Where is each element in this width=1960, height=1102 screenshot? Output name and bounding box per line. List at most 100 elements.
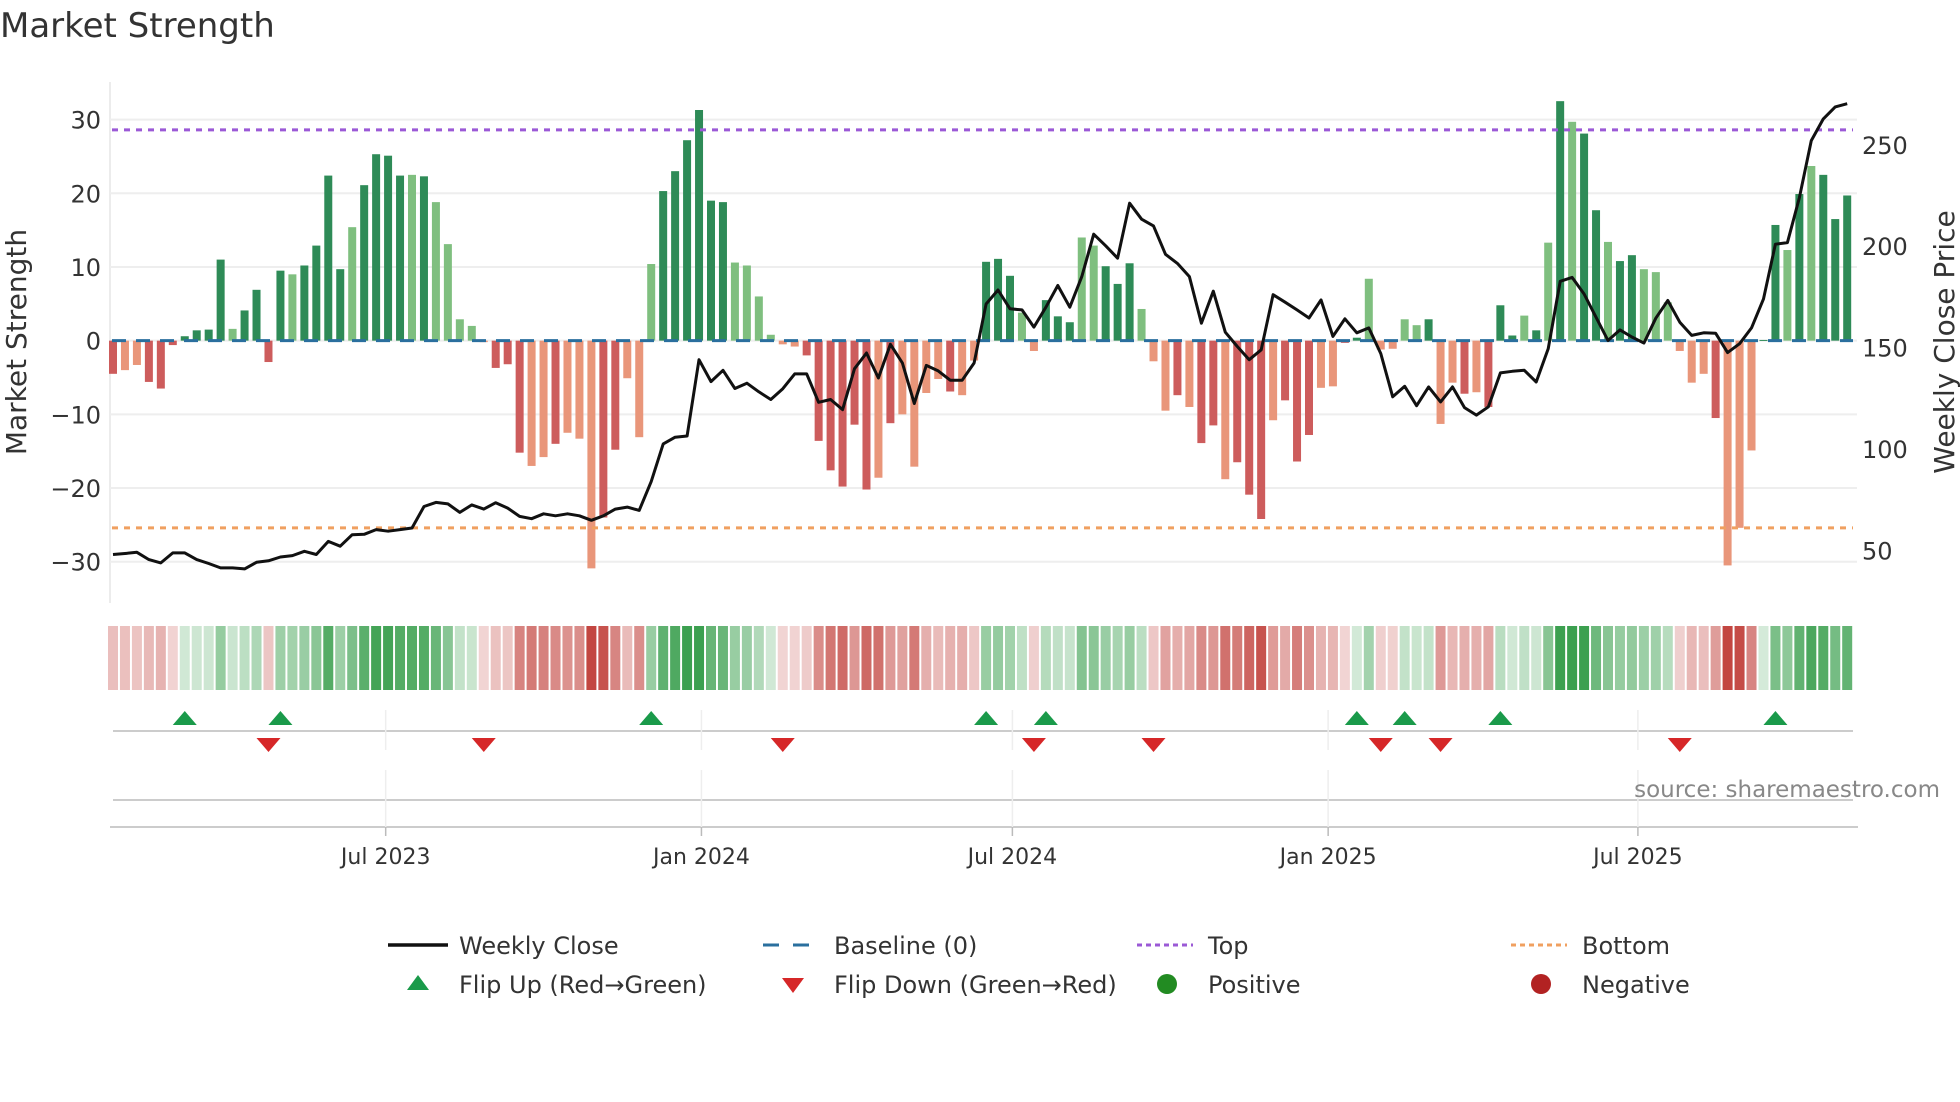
heat-cell-negative <box>598 626 609 690</box>
heat-cell-positive <box>1351 626 1362 690</box>
negative-bar <box>491 340 500 368</box>
heat-cell-positive <box>1100 626 1111 690</box>
heat-cell-positive <box>323 626 334 690</box>
positive-bar <box>1783 250 1792 341</box>
heat-cell-negative <box>1387 626 1398 690</box>
positive-bar <box>1819 174 1828 341</box>
heat-cell-positive <box>359 626 370 690</box>
y-tick-label: −20 <box>50 475 101 503</box>
negative-bar <box>120 340 129 371</box>
positive-bar <box>1053 316 1062 341</box>
positive-bar <box>348 227 357 341</box>
flip-down-marker <box>1021 738 1046 752</box>
negative-bar <box>1293 340 1302 462</box>
heat-cell-positive <box>670 626 681 690</box>
positive-bar <box>695 110 704 341</box>
positive-bar <box>192 330 201 341</box>
heat-cell-positive <box>765 626 776 690</box>
source-note: source: sharemaestro.com <box>1634 777 1940 803</box>
negative-bar <box>503 340 512 365</box>
heat-cell-negative <box>801 626 812 690</box>
flip-down-marker <box>256 738 281 752</box>
legend-label: Top <box>1207 932 1249 960</box>
heat-cell-positive <box>1088 626 1099 690</box>
positive-bar <box>1412 325 1421 341</box>
negative-bar <box>599 340 608 518</box>
negative-bar <box>1675 340 1684 351</box>
positive-bar <box>1843 195 1852 341</box>
negative-bar <box>527 340 536 466</box>
heat-cell-negative <box>1220 626 1231 690</box>
positive-bar <box>1568 121 1577 341</box>
heat-cell-positive <box>1782 626 1793 690</box>
heat-cell-positive <box>1124 626 1135 690</box>
negative-bar <box>1460 340 1469 394</box>
negative-bar <box>1281 340 1290 401</box>
heat-cell-negative <box>945 626 956 690</box>
positive-bar <box>1807 166 1816 341</box>
heat-cell-positive <box>442 626 453 690</box>
heat-cell-positive <box>227 626 238 690</box>
heat-cell-positive <box>1005 626 1015 690</box>
negative-bar <box>826 340 835 471</box>
flip-down-marker <box>1141 738 1166 752</box>
flip-down-marker <box>770 738 795 752</box>
y-tick-label: 0 <box>86 328 101 356</box>
heat-cell-negative <box>502 626 513 690</box>
market-strength-chart: 3020100−10−20−3025020015010050 Jul 2023 J… <box>0 82 1960 999</box>
heat-cell-positive <box>239 626 250 690</box>
flip-up-marker <box>1344 711 1369 725</box>
negative-bar <box>1185 340 1194 407</box>
heat-cell-negative <box>155 626 166 690</box>
heat-cell-negative <box>1232 626 1243 690</box>
heat-cell-positive <box>215 626 226 690</box>
heat-cell-positive <box>1519 626 1530 690</box>
positive-bar <box>1496 305 1505 341</box>
heat-cell-positive <box>430 626 441 690</box>
flip-up-marker <box>1033 711 1058 725</box>
heat-cell-negative <box>490 626 501 690</box>
heat-cell-positive <box>1818 626 1829 690</box>
heat-cell-positive <box>418 626 429 690</box>
negative-bar <box>838 340 847 487</box>
negative-bar <box>814 340 823 441</box>
positive-bar <box>1077 237 1086 341</box>
heat-cell-positive <box>753 626 764 690</box>
flip-up-legend-icon <box>407 975 429 990</box>
positive-bar <box>1137 308 1146 341</box>
positive-legend-icon <box>1157 974 1177 994</box>
positive-bar <box>240 310 249 341</box>
heat-cell-positive <box>466 626 477 690</box>
flip-up-marker <box>268 711 293 725</box>
negative-bar <box>623 340 632 379</box>
heat-cell-negative <box>263 626 274 690</box>
negative-bar <box>539 340 548 458</box>
heat-cell-negative <box>1483 626 1494 690</box>
heat-cell-negative <box>1172 626 1183 690</box>
flip-up-marker <box>639 711 664 725</box>
heat-cell-positive <box>1136 626 1147 690</box>
negative-bar <box>802 340 811 356</box>
flip-up-marker <box>172 711 197 725</box>
heat-cell-positive <box>407 626 417 690</box>
positive-bar <box>1101 266 1110 341</box>
negative-bar <box>551 340 560 444</box>
negative-bar <box>1687 340 1696 383</box>
negative-bar <box>1197 340 1206 444</box>
positive-bar <box>647 264 656 341</box>
legend-label: Negative <box>1582 971 1690 999</box>
heat-cell-positive <box>717 626 728 690</box>
heat-cell-negative <box>1447 626 1458 690</box>
heat-cell-positive <box>1495 626 1506 690</box>
heat-cell-negative <box>131 626 142 690</box>
heat-cell-negative <box>789 626 800 690</box>
heat-cell-negative <box>1698 626 1709 690</box>
heat-cell-positive <box>1423 626 1434 690</box>
positive-bar <box>408 174 416 341</box>
heat-cell-negative <box>933 626 944 690</box>
heat-cell-negative <box>1459 626 1470 690</box>
negative-bar <box>946 340 955 392</box>
positive-bar <box>1352 337 1361 341</box>
positive-bar <box>467 325 476 341</box>
legend-label: Baseline (0) <box>834 932 977 960</box>
